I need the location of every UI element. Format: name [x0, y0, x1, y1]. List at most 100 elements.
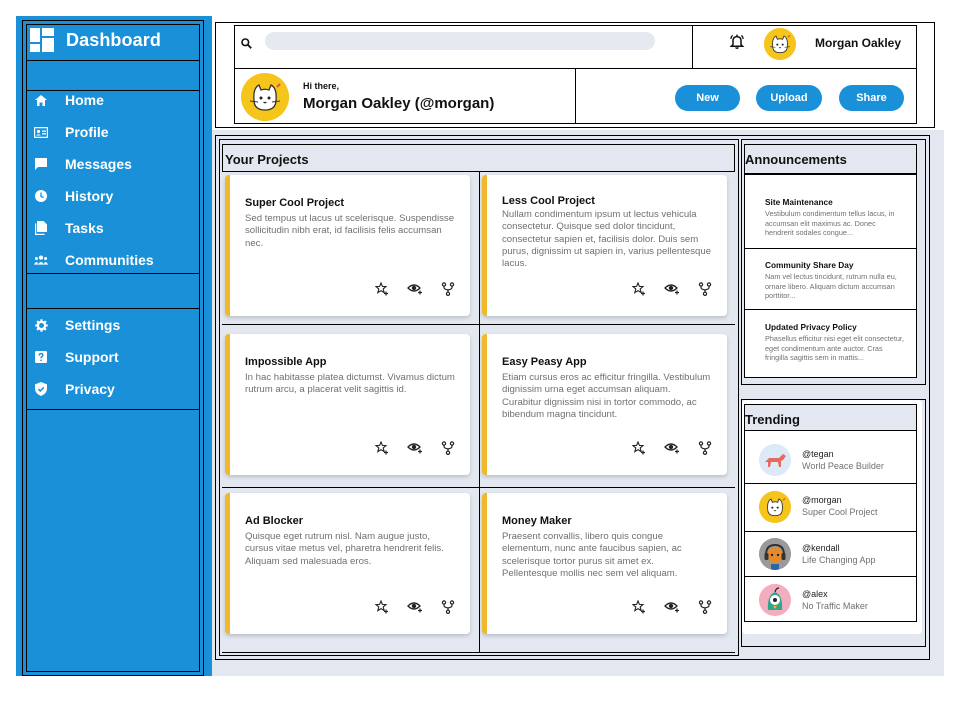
star-plus-icon[interactable] [630, 598, 647, 615]
project-title: Impossible App [245, 356, 327, 368]
fork-icon[interactable] [439, 598, 456, 615]
project-actions [630, 598, 713, 615]
trending-item[interactable]: @kendall Life Changing App [744, 531, 917, 578]
cat-avatar [759, 491, 791, 523]
document-icon [34, 221, 48, 235]
project-card[interactable]: Money Maker Praesent convallis, libero qu… [482, 493, 727, 634]
star-plus-icon[interactable] [373, 280, 390, 297]
new-button[interactable]: New [675, 85, 740, 111]
sidebar-item-label: Home [65, 92, 104, 108]
announcement-text: Vestibulum condimentum tellus lacus, in … [765, 209, 895, 238]
help-icon [34, 350, 48, 364]
project-actions [373, 280, 456, 297]
trending-handle: @kendall [802, 543, 840, 553]
sidebar-item-communities[interactable]: Communities [34, 252, 154, 268]
fork-icon[interactable] [696, 598, 713, 615]
star-plus-icon[interactable] [630, 280, 647, 297]
search-icon[interactable] [241, 36, 252, 54]
sidebar-item-messages[interactable]: Messages [34, 156, 132, 172]
watch-icon[interactable] [406, 598, 423, 615]
trending-subtitle: World Peace Builder [802, 461, 884, 471]
trending-item[interactable]: @morgan Super Cool Project [744, 483, 917, 532]
announcement-text: Phasellus efficitur nisi eget elit conse… [765, 334, 904, 363]
watch-icon[interactable] [663, 439, 680, 456]
sidebar-item-label: Messages [65, 156, 132, 172]
home-icon [34, 93, 48, 107]
watch-icon[interactable] [406, 439, 423, 456]
sidebar-divider [26, 273, 200, 274]
sidebar: Dashboard Home Profile Messages History … [16, 16, 212, 676]
project-title: Less Cool Project [502, 195, 595, 207]
trending-handle: @morgan [802, 495, 842, 505]
announcement-item[interactable]: Site Maintenance Vestibulum condimentum … [745, 175, 916, 248]
grid-icon [30, 28, 54, 52]
sidebar-item-privacy[interactable]: Privacy [34, 381, 115, 397]
announcement-title: Updated Privacy Policy [765, 322, 857, 332]
greeting: Hi there, [303, 81, 340, 91]
announcement-item[interactable]: Updated Privacy Policy Phasellus efficit… [745, 309, 916, 378]
project-actions [373, 598, 456, 615]
sidebar-item-home[interactable]: Home [34, 92, 104, 108]
project-description: Sed tempus ut lacus ut scelerisque. Susp… [245, 213, 455, 249]
trending-item[interactable]: @tegan World Peace Builder [744, 430, 917, 484]
project-card[interactable]: Easy Peasy App Etiam cursus eros ac effic… [482, 334, 727, 475]
star-plus-icon[interactable] [373, 439, 390, 456]
sidebar-divider [26, 409, 200, 410]
announcements-list: Site Maintenance Vestibulum condimentum … [744, 174, 917, 378]
bird-avatar [759, 584, 791, 616]
project-title: Easy Peasy App [502, 356, 587, 368]
project-title: Money Maker [502, 515, 572, 527]
headphones-avatar [759, 538, 791, 570]
bell-icon[interactable] [729, 34, 745, 55]
project-description: Quisque eget rutrum nisl. Nam augue just… [245, 531, 444, 567]
project-card[interactable]: Impossible App In hac habitasse platea di… [225, 334, 470, 475]
sidebar-item-tasks[interactable]: Tasks [34, 220, 104, 236]
trending-subtitle: Super Cool Project [802, 507, 878, 517]
sidebar-item-history[interactable]: History [34, 188, 113, 204]
watch-icon[interactable] [406, 280, 423, 297]
grid-divider [222, 487, 735, 488]
sidebar-item-support[interactable]: Support [34, 349, 119, 365]
project-card[interactable]: Ad Blocker Quisque eget rutrum nisl. Nam … [225, 493, 470, 634]
sidebar-divider [26, 60, 200, 61]
fork-icon[interactable] [439, 280, 456, 297]
announcement-title: Community Share Day [765, 260, 854, 270]
project-description: In hac habitasse platea dictumst. Vivamu… [245, 372, 455, 396]
project-description: Etiam cursus eros ac efficitur fringilla… [502, 372, 711, 420]
sidebar-divider [26, 90, 200, 91]
projects-header: Your Projects [222, 144, 735, 172]
project-actions [630, 280, 713, 297]
sidebar-item-label: Privacy [65, 381, 115, 397]
upload-button[interactable]: Upload [756, 85, 822, 111]
brand[interactable]: Dashboard [30, 28, 161, 52]
announcements-header: Announcements [744, 144, 917, 174]
message-icon [34, 157, 48, 171]
fork-icon[interactable] [696, 439, 713, 456]
project-actions [630, 439, 713, 456]
fork-icon[interactable] [439, 439, 456, 456]
star-plus-icon[interactable] [630, 439, 647, 456]
sidebar-item-label: Settings [65, 317, 121, 333]
announcement-item[interactable]: Community Share Day Nam vel lectus tinci… [745, 248, 916, 309]
star-plus-icon[interactable] [373, 598, 390, 615]
project-card[interactable]: Less Cool Project Nullam condimentum ipsu… [482, 175, 727, 316]
grid-divider [222, 324, 735, 325]
avatar[interactable] [241, 73, 289, 121]
avatar[interactable] [764, 28, 796, 60]
gear-icon [34, 318, 48, 332]
user-name[interactable]: Morgan Oakley [815, 36, 901, 50]
clock-icon [34, 189, 48, 203]
project-card[interactable]: Super Cool Project Sed tempus ut lacus ut… [225, 175, 470, 316]
search-input[interactable] [265, 32, 655, 50]
fork-icon[interactable] [696, 280, 713, 297]
profile-bar: Hi there, Morgan Oakley (@morgan) New Up… [234, 68, 917, 124]
sidebar-item-profile[interactable]: Profile [34, 124, 109, 140]
top-bar: Morgan Oakley [234, 25, 917, 69]
watch-icon[interactable] [663, 280, 680, 297]
section-title: Trending [745, 412, 800, 427]
share-button[interactable]: Share [839, 85, 904, 111]
trending-item[interactable]: @alex No Traffic Maker [744, 576, 917, 622]
grid-divider [222, 652, 735, 653]
sidebar-item-settings[interactable]: Settings [34, 317, 120, 333]
watch-icon[interactable] [663, 598, 680, 615]
